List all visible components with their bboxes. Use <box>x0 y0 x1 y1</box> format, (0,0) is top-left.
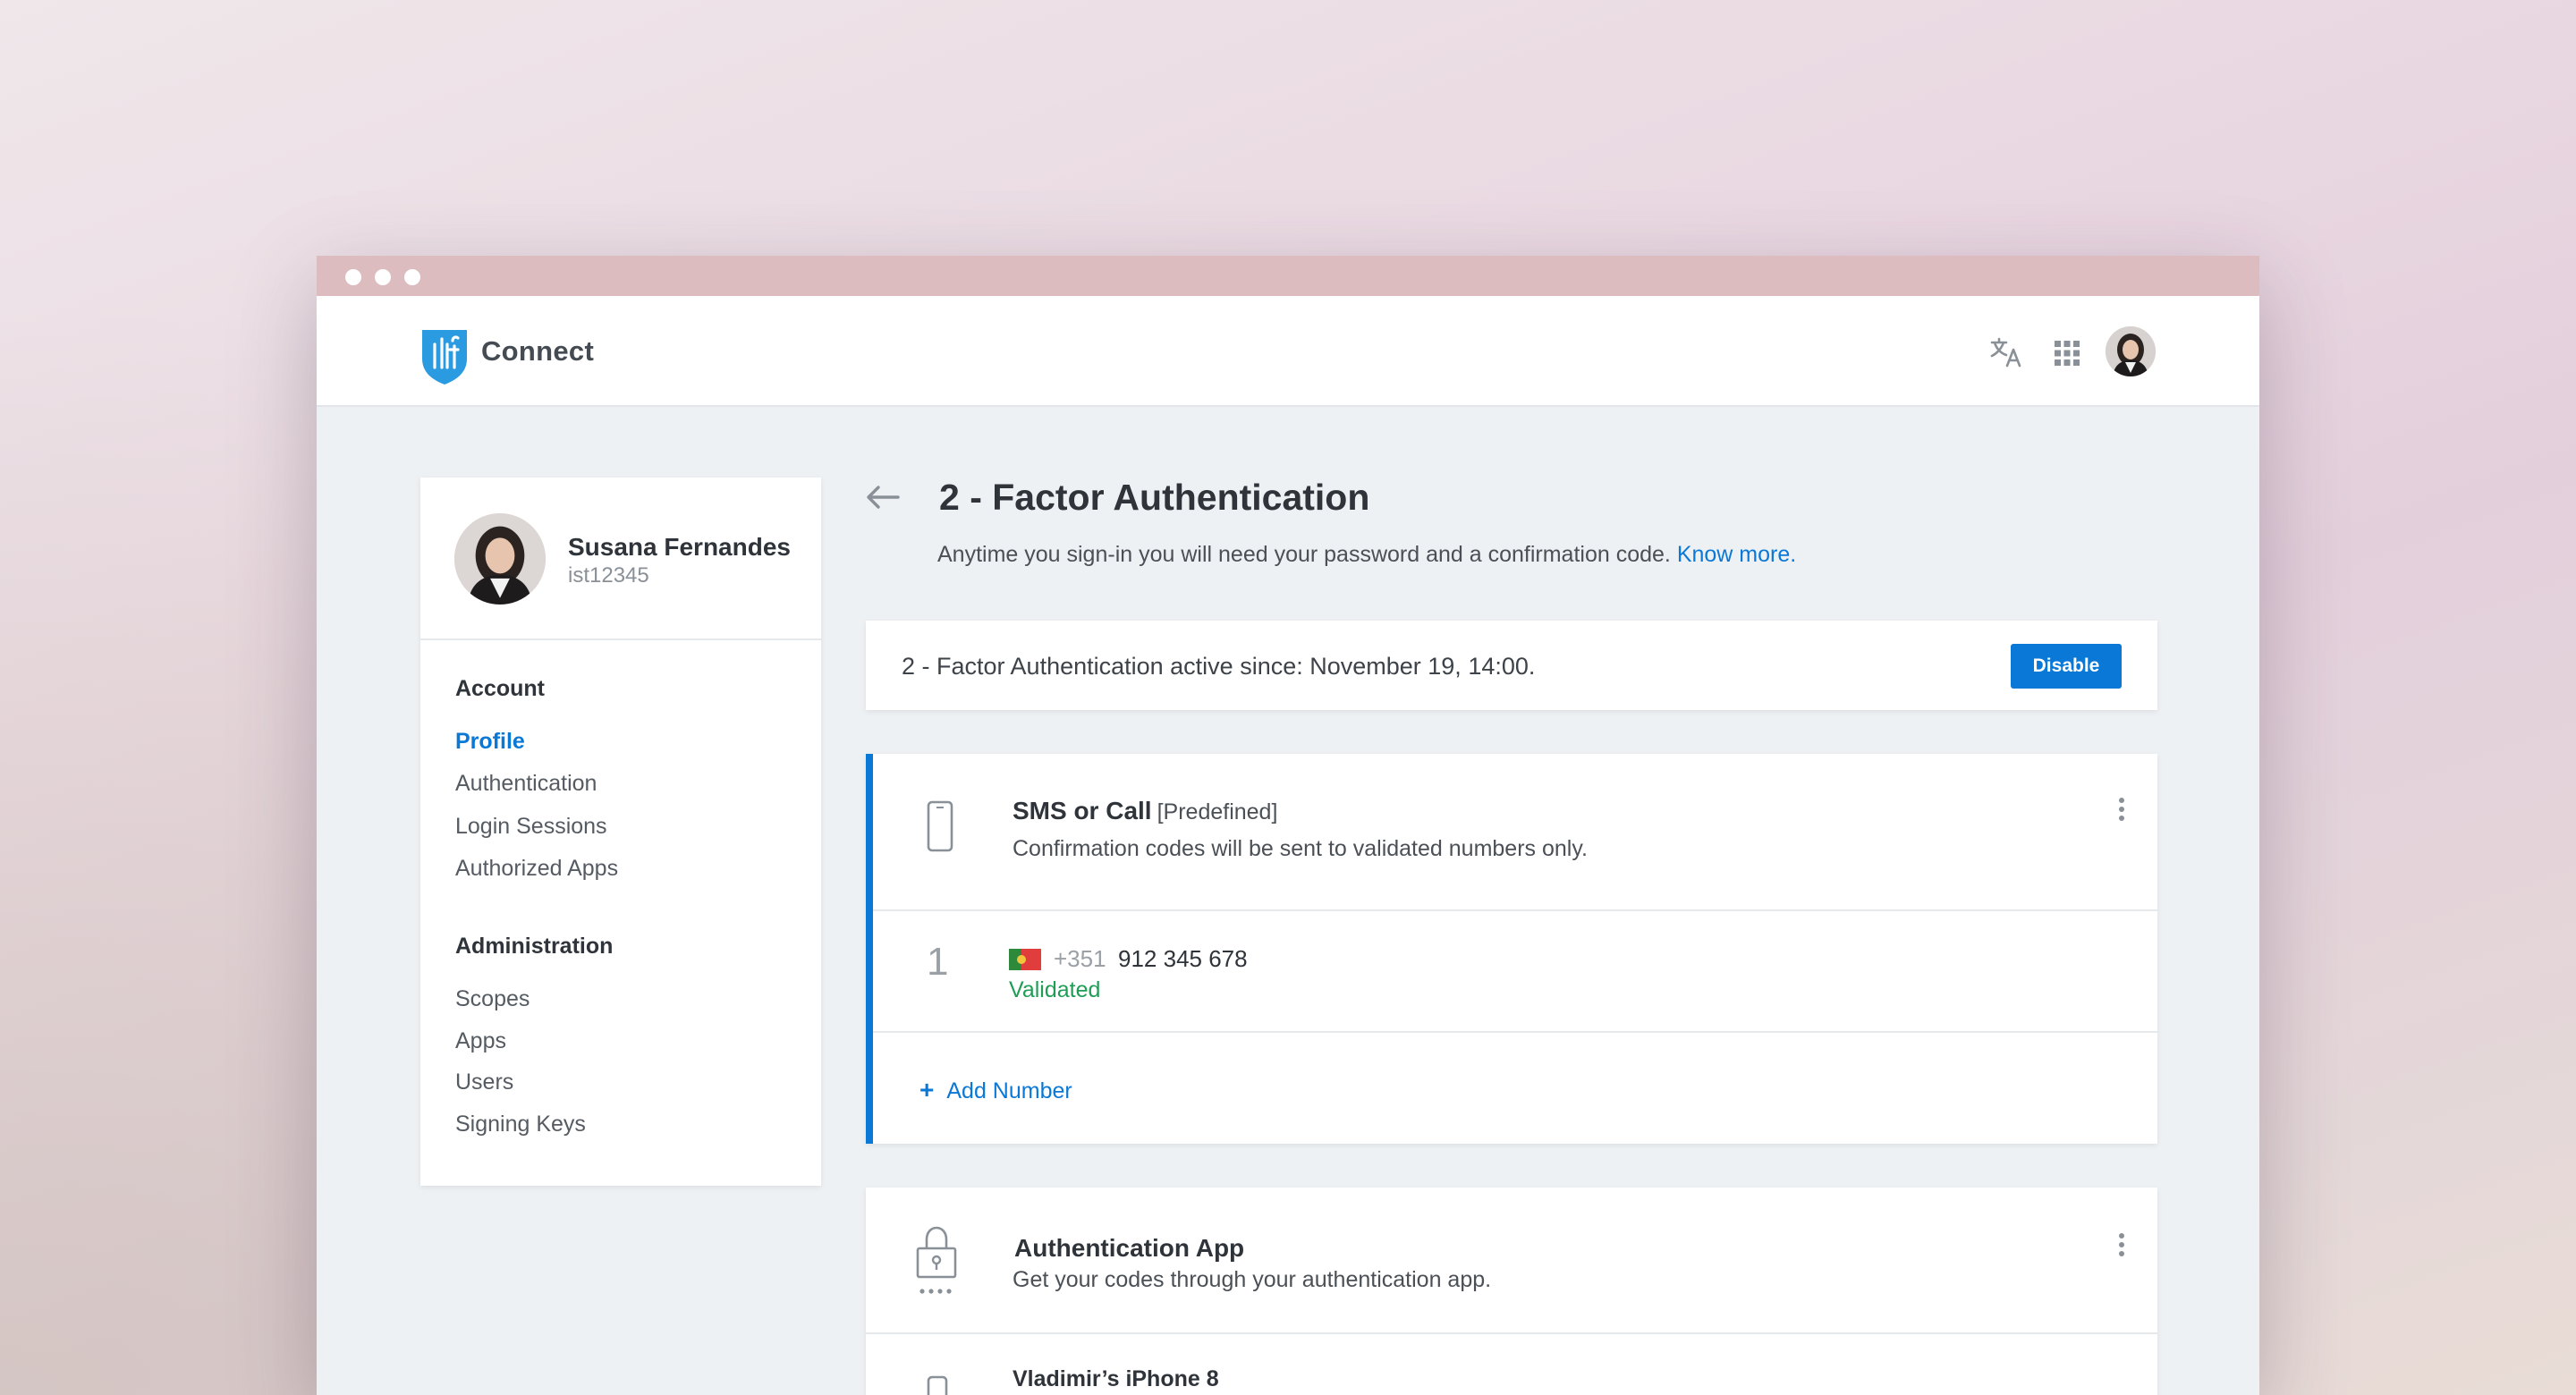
phone-number: 912 345 678 <box>1118 945 1248 972</box>
status-text: 2 - Factor Authentication active since: … <box>902 653 1536 680</box>
header-avatar[interactable] <box>2106 326 2156 376</box>
sidebar-item-apps[interactable]: Apps <box>455 1028 506 1054</box>
browser-window: Connect Susana Fernandes ist12345 Accoun… <box>317 256 2259 1395</box>
auth-app-method-card: Authentication App Get your codes throug… <box>866 1188 2157 1395</box>
sms-method-title: SMS or Call [Predefined] <box>1013 797 1277 825</box>
add-number-label: Add Number <box>946 1078 1072 1103</box>
window-dot <box>345 269 361 285</box>
phone-icon <box>927 1375 948 1395</box>
ist-shield-logo[interactable] <box>420 328 469 385</box>
apps-grid-icon[interactable] <box>2055 341 2080 366</box>
divider <box>873 1031 2157 1033</box>
sidebar-item-authorized-apps[interactable]: Authorized Apps <box>455 856 618 882</box>
sidebar: Susana Fernandes ist12345 Account Profil… <box>420 478 821 1186</box>
phone-icon <box>927 800 953 852</box>
active-accent-bar <box>866 754 873 1144</box>
divider <box>866 1332 2157 1334</box>
window-dot <box>404 269 420 285</box>
page-title: 2 - Factor Authentication <box>939 477 1370 518</box>
sidebar-item-login-sessions[interactable]: Login Sessions <box>455 814 607 840</box>
more-options-icon[interactable] <box>2118 797 2125 822</box>
page-subtitle: Anytime you sign-in you will need your p… <box>937 542 1796 568</box>
number-index: 1 <box>927 940 949 984</box>
translate-icon[interactable] <box>1989 337 2023 368</box>
user-name: Susana Fernandes <box>568 533 791 561</box>
portugal-flag-icon <box>1009 949 1041 970</box>
nav-heading-account: Account <box>455 676 545 701</box>
divider <box>873 909 2157 911</box>
status-card: 2 - Factor Authentication active since: … <box>866 621 2157 710</box>
window-dot <box>375 269 391 285</box>
auth-app-description: Get your codes through your authenticati… <box>1013 1267 1492 1292</box>
user-card: Susana Fernandes ist12345 <box>420 478 821 640</box>
app-header: Connect <box>317 296 2259 407</box>
auth-app-title: Authentication App <box>1014 1234 1245 1262</box>
sidebar-item-scopes[interactable]: Scopes <box>455 986 530 1012</box>
plus-icon: + <box>919 1076 935 1103</box>
nav-heading-administration: Administration <box>455 934 614 959</box>
window-titlebar <box>317 256 2259 296</box>
sms-method-card: SMS or Call [Predefined] Confirmation cod… <box>866 754 2157 1144</box>
country-prefix: +351 <box>1054 945 1106 972</box>
lock-icon <box>916 1226 957 1294</box>
back-arrow-icon[interactable] <box>866 485 900 510</box>
user-id: ist12345 <box>568 563 649 588</box>
sidebar-item-users[interactable]: Users <box>455 1070 513 1095</box>
disable-button[interactable]: Disable <box>2011 644 2122 689</box>
sms-method-description: Confirmation codes will be sent to valid… <box>1013 836 1588 861</box>
user-avatar <box>454 513 546 604</box>
validated-status: Validated <box>1009 977 1101 1002</box>
sidebar-item-authentication[interactable]: Authentication <box>455 771 597 797</box>
sidebar-item-profile[interactable]: Profile <box>455 729 525 755</box>
know-more-link[interactable]: Know more. <box>1677 542 1796 567</box>
sidebar-item-signing-keys[interactable]: Signing Keys <box>455 1112 586 1137</box>
device-name: Vladimir’s iPhone 8 <box>1013 1366 1219 1391</box>
more-options-icon[interactable] <box>2118 1232 2125 1257</box>
predefined-tag: [Predefined] <box>1157 799 1278 824</box>
add-number-button[interactable]: + Add Number <box>919 1076 1072 1104</box>
brand-name[interactable]: Connect <box>481 335 594 368</box>
sms-title-text: SMS or Call <box>1013 797 1152 824</box>
page-subtitle-text: Anytime you sign-in you will need your p… <box>937 542 1671 567</box>
